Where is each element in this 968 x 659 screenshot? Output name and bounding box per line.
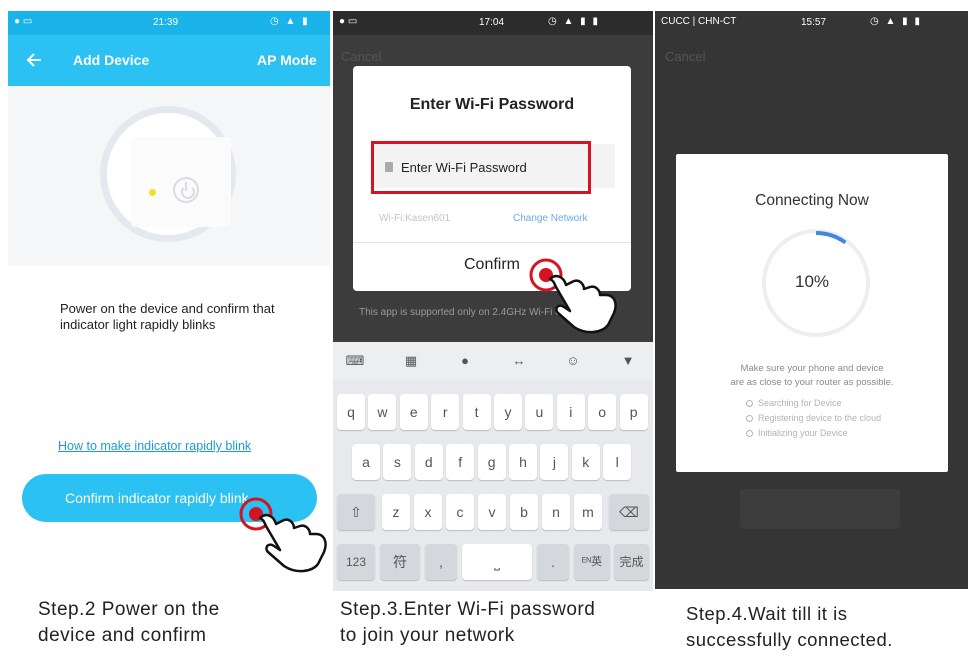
help-link[interactable]: How to make indicator rapidly blink: [58, 439, 251, 453]
change-network-link[interactable]: Change Network: [513, 213, 587, 224]
key-j[interactable]: j: [540, 444, 569, 480]
background-button: [740, 489, 900, 529]
keyboard: ⌨ ▦ ● ↔ ☺ ▼ qwertyuiop asdfghjkl ⇧ ⌫ zxc…: [333, 342, 653, 591]
instruction-text: Power on the device and confirm that ind…: [60, 301, 275, 332]
status-left: ● ▭: [14, 16, 33, 27]
back-arrow-icon[interactable]: [26, 53, 42, 67]
step4-line-2: successfully connected.: [686, 629, 893, 650]
status-icons: ◷ ▲ ▮: [270, 16, 310, 27]
status-left: ● ▭: [339, 16, 358, 27]
step4-caption: Step.4.Wait till it is successfully conn…: [686, 601, 893, 653]
step2-caption: Step.2 Power on the device and confirm: [38, 597, 220, 649]
connecting-dialog: Connecting Now 10% Make sure your phone …: [676, 154, 948, 472]
keyboard-toolbar: ⌨ ▦ ● ↔ ☺ ▼: [333, 342, 653, 380]
hint-line-1: Make sure your phone and device: [740, 363, 884, 374]
key-g[interactable]: g: [477, 444, 506, 480]
progress-steps: Searching for Device Registering device …: [746, 396, 881, 441]
key-e[interactable]: e: [399, 394, 428, 430]
cursor-move-icon[interactable]: ↔: [509, 353, 529, 369]
hint-line-2: are as close to your router as possible.: [730, 377, 894, 388]
key-s[interactable]: s: [383, 444, 412, 480]
status-bar: ● ▭ 17:04 ◷ ▲ ▮ ▮: [333, 11, 653, 35]
key-b[interactable]: b: [510, 494, 538, 530]
tap-hand-icon: [239, 497, 327, 573]
cancel-button[interactable]: Cancel: [341, 49, 381, 64]
symbol-key[interactable]: 符: [380, 544, 420, 580]
key-l[interactable]: l: [603, 444, 632, 480]
key-u[interactable]: u: [525, 394, 554, 430]
key-i[interactable]: i: [556, 394, 585, 430]
wifi-label: Wi-Fi:Kasen601: [379, 213, 451, 224]
progress-percent: 10%: [794, 272, 830, 291]
key-z[interactable]: z: [382, 494, 410, 530]
power-icon: [173, 177, 199, 203]
comma-key[interactable]: ,: [425, 544, 457, 580]
key-f[interactable]: f: [446, 444, 475, 480]
key-y[interactable]: y: [494, 394, 522, 430]
key-w[interactable]: w: [368, 394, 397, 430]
key-t[interactable]: t: [462, 394, 491, 430]
collapse-keyboard-icon[interactable]: ▼: [618, 353, 638, 369]
ap-mode-button[interactable]: AP Mode: [257, 52, 317, 68]
device-illustration: [8, 86, 330, 266]
dialog-title: Connecting Now: [755, 192, 869, 209]
status-left: CUCC | CHN-CT: [661, 16, 737, 27]
divider: [353, 242, 631, 243]
key-c[interactable]: c: [446, 494, 474, 530]
key-v[interactable]: v: [478, 494, 506, 530]
dialog-title: Enter Wi-Fi Password: [409, 96, 575, 113]
key-h[interactable]: h: [509, 444, 537, 480]
proximity-hint: Make sure your phone and device are as c…: [676, 362, 948, 390]
key-r[interactable]: r: [431, 394, 460, 430]
indicator-light-icon: [149, 189, 156, 196]
step3-line-1: Step.3.Enter Wi-Fi password: [340, 599, 596, 620]
status-bar: ● ▭ 21:39 ◷ ▲ ▮: [8, 11, 330, 35]
emoji-icon[interactable]: ☺: [563, 353, 583, 369]
page-title: Add Device: [73, 52, 150, 68]
done-key[interactable]: 完成: [614, 544, 649, 580]
status-time: 17:04: [479, 17, 505, 28]
status-bar: CUCC | CHN-CT 15:57 ◷ ▲ ▮ ▮: [655, 11, 968, 35]
key-m[interactable]: m: [574, 494, 602, 530]
key-a[interactable]: a: [352, 444, 380, 480]
step4-line-1: Step.4.Wait till it is: [686, 603, 848, 624]
highlight-box: [371, 141, 591, 194]
device-circle: [100, 106, 236, 242]
step2-line-2: device and confirm: [38, 625, 207, 646]
step-item: Registering device to the cloud: [746, 411, 881, 426]
space-key[interactable]: ⎵: [462, 544, 532, 580]
step-item: Initializing your Device: [746, 426, 881, 441]
key-o[interactable]: o: [588, 394, 617, 430]
key-p[interactable]: p: [619, 394, 648, 430]
status-icons: ◷ ▲ ▮ ▮: [870, 16, 922, 27]
key-n[interactable]: n: [542, 494, 570, 530]
language-key[interactable]: ᴱᴺ英: [574, 544, 610, 580]
grid-icon[interactable]: ▦: [401, 353, 421, 369]
step2-line-1: Step.2 Power on the: [38, 599, 220, 620]
step3-caption: Step.3.Enter Wi-Fi password to join your…: [340, 597, 595, 649]
key-k[interactable]: k: [571, 444, 600, 480]
key-q[interactable]: q: [337, 394, 365, 430]
connecting-screen: CUCC | CHN-CT 15:57 ◷ ▲ ▮ ▮ Cancel Conne…: [655, 11, 968, 589]
device-body: [131, 137, 231, 227]
shift-key[interactable]: ⇧: [337, 494, 375, 530]
key-x[interactable]: x: [414, 494, 442, 530]
step-item: Searching for Device: [746, 396, 881, 411]
microphone-icon[interactable]: ●: [455, 353, 475, 369]
period-key[interactable]: .: [537, 544, 569, 580]
backspace-key[interactable]: ⌫: [609, 494, 649, 530]
numbers-key[interactable]: 123: [337, 544, 375, 580]
status-icons: ◷ ▲ ▮ ▮: [548, 16, 600, 27]
key-d[interactable]: d: [414, 444, 443, 480]
tap-hand-icon: [529, 258, 617, 334]
cancel-button[interactable]: Cancel: [665, 49, 705, 64]
status-time: 21:39: [153, 17, 179, 28]
keyboard-icon[interactable]: ⌨: [345, 353, 365, 369]
status-time: 15:57: [801, 17, 827, 28]
app-bar: Add Device AP Mode: [8, 35, 330, 86]
step3-line-2: to join your network: [340, 625, 515, 646]
